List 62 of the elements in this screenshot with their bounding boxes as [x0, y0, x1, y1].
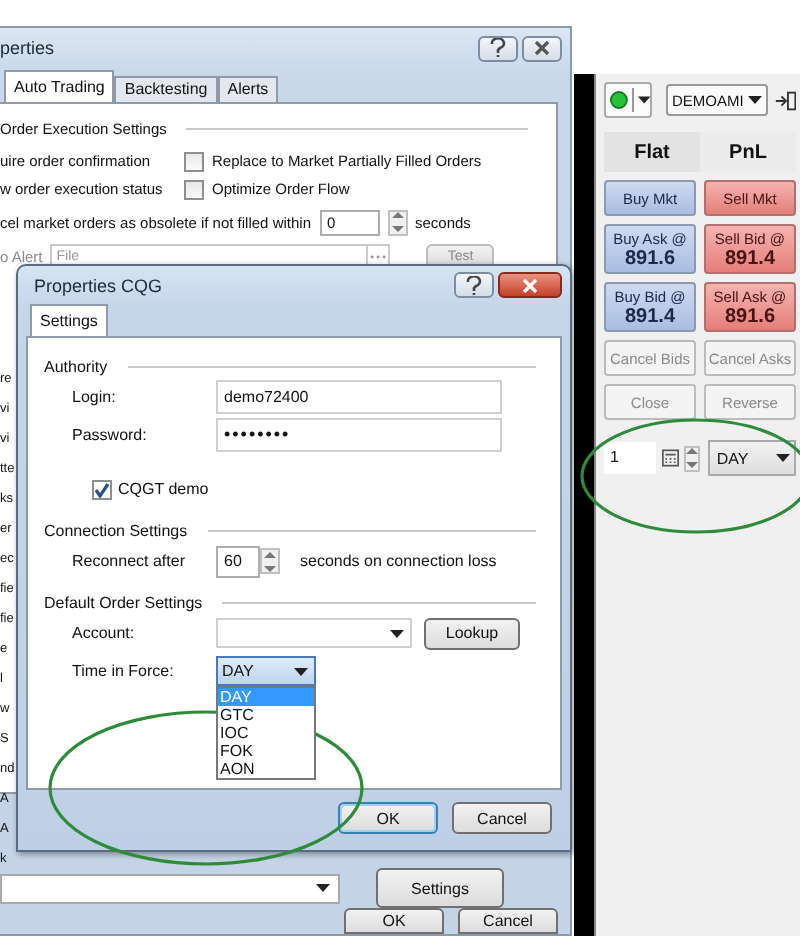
tab[interactable]: Settings [30, 304, 108, 336]
caret-icon [390, 629, 404, 637]
spinner-arrows-icon [685, 446, 698, 470]
section-heading: Authority [44, 358, 108, 376]
dropdown-option[interactable]: GTC [218, 706, 314, 724]
lookup-button[interactable]: Lookup [424, 617, 520, 649]
close-button[interactable] [498, 272, 562, 298]
checkbox-label: CQGT demo [118, 480, 209, 498]
field-label: Reconnect after [72, 552, 187, 570]
checkmark-icon [94, 481, 110, 497]
time-in-force-dropdown[interactable]: DAY [708, 440, 796, 476]
tab[interactable]: Auto Trading [4, 69, 115, 102]
spinner-button[interactable] [260, 548, 280, 574]
status-dot-icon [610, 90, 628, 110]
position-label: Flat [632, 139, 672, 167]
connection-status-button[interactable] [604, 82, 652, 118]
detach-icon [773, 89, 796, 111]
settings-button[interactable]: Settings [376, 868, 504, 908]
field-label: Time in Force: [72, 662, 176, 680]
dropdown-option[interactable]: AON [218, 760, 314, 778]
ok-button[interactable]: OK [338, 802, 438, 834]
close-button[interactable] [522, 35, 562, 62]
dropdown-option[interactable]: FOK [218, 742, 314, 760]
checkbox[interactable] [184, 151, 204, 172]
question-icon [490, 38, 506, 59]
caret-icon [316, 884, 330, 892]
checkbox[interactable] [92, 479, 112, 499]
quantity-field[interactable]: 1 [604, 442, 657, 474]
password-field[interactable]: •••••••• [216, 418, 502, 452]
window-title: Properties CQG [34, 275, 163, 295]
section-heading: Default Order Settings [44, 594, 203, 612]
field-label: Login: [72, 388, 118, 406]
caret-icon [775, 454, 790, 462]
spinner-button[interactable] [683, 445, 701, 471]
pnl-label: PnL [700, 132, 796, 172]
section-heading: Connection Settings [44, 522, 188, 540]
checkbox[interactable] [184, 179, 204, 200]
cancel-button[interactable]: Cancel [452, 802, 552, 834]
close-icon [522, 277, 538, 293]
cancel-button[interactable]: Cancel [458, 908, 558, 934]
caret-icon [747, 96, 762, 104]
window-title: perties [0, 38, 55, 59]
question-icon [466, 275, 482, 295]
time-in-force-dropdown[interactable]: DAY [216, 656, 316, 686]
tab[interactable]: Backtesting [114, 75, 218, 102]
field-label: Password: [72, 426, 149, 444]
spinner-button[interactable] [387, 209, 407, 236]
tab[interactable]: Alerts [217, 75, 279, 102]
dropdown-option[interactable]: IOC [218, 724, 314, 742]
help-button[interactable] [454, 272, 494, 298]
caret-icon [637, 96, 650, 104]
field-label: Account: [72, 624, 137, 642]
caret-icon [294, 667, 308, 675]
unit-label: seconds on connection loss [300, 552, 497, 570]
login-field[interactable]: demo72400 [216, 380, 502, 414]
calculator-icon [662, 448, 680, 468]
ok-button[interactable]: OK [344, 908, 444, 934]
spinner-arrows-icon [264, 549, 276, 573]
help-button[interactable] [478, 35, 518, 62]
number-field[interactable]: 60 [216, 545, 260, 577]
spinner-arrows-icon [391, 210, 403, 235]
close-icon [534, 40, 550, 57]
